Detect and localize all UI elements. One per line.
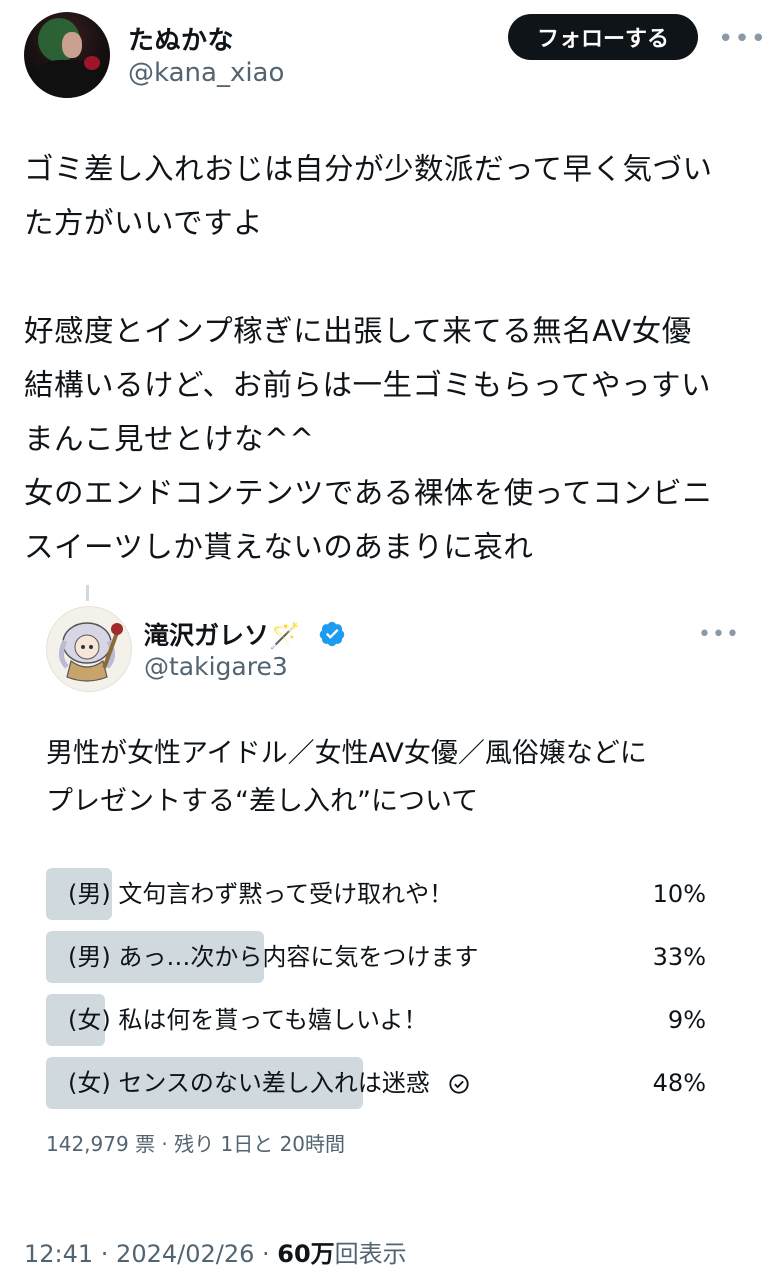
- view-count-suffix: 回表示: [334, 1240, 407, 1268]
- quoted-author-avatar[interactable]: [46, 606, 132, 692]
- poll-option-percent: 10%: [652, 880, 706, 908]
- poll-option-percent: 9%: [667, 1006, 706, 1034]
- author-handle[interactable]: @kana_xiao: [128, 58, 284, 88]
- poll-option-label-wrap: (女) センスのない差し入れは迷惑: [68, 1057, 470, 1109]
- tweet-text: ゴミ差し入れおじは自分が少数派だって早く気づい た方がいいですよ 好感度とインプ…: [24, 152, 713, 564]
- quoted-more-options-icon[interactable]: •••: [698, 624, 740, 646]
- view-count: 60万: [277, 1240, 335, 1268]
- poll-option-3[interactable]: (女) 私は何を貰っても嬉しいよ！ 9%: [46, 994, 706, 1046]
- quoted-author-display-name[interactable]: 滝沢ガレソ🪄: [144, 616, 300, 652]
- poll-option-label: (男) 文句言わず黙って受け取れや！: [68, 880, 454, 908]
- author-display-name[interactable]: たぬかな: [128, 20, 234, 57]
- poll-option-label: (女) センスのない差し入れは迷惑: [68, 1069, 430, 1097]
- poll-option-percent: 33%: [652, 943, 706, 971]
- poll-vote-count: 142,979 票 · 残り 1日と 20時間: [46, 1132, 346, 1156]
- author-avatar[interactable]: [24, 12, 110, 98]
- quoted-tweet-text: 男性が女性アイドル／女性AV女優／風俗嬢などに プレゼントする“差し入れ”につい…: [46, 738, 647, 817]
- poll-option-label: (男) あっ…次から内容に気をつけます: [68, 943, 479, 971]
- selected-check-icon: [448, 1074, 469, 1094]
- poll-option-4[interactable]: (女) センスのない差し入れは迷惑 48%: [46, 1057, 706, 1109]
- poll-option-2[interactable]: (男) あっ…次から内容に気をつけます 33%: [46, 931, 706, 983]
- follow-button[interactable]: フォローする: [508, 14, 698, 60]
- tweet-timestamp-views: 12:41 · 2024/02/26 · 60万回表示: [24, 1234, 407, 1269]
- poll-option-1[interactable]: (男) 文句言わず黙って受け取れや！ 10%: [46, 868, 706, 920]
- poll-option-label: (女) 私は何を貰っても嬉しいよ！: [68, 1006, 428, 1034]
- more-options-icon[interactable]: •••: [718, 26, 767, 52]
- quoted-author-handle[interactable]: @takigare3: [144, 652, 288, 681]
- verified-badge-icon: [319, 621, 345, 647]
- tweet-timestamp[interactable]: 12:41 · 2024/02/26 ·: [24, 1240, 277, 1268]
- quote-connector-line: [86, 585, 89, 601]
- poll-option-percent: 48%: [652, 1069, 706, 1097]
